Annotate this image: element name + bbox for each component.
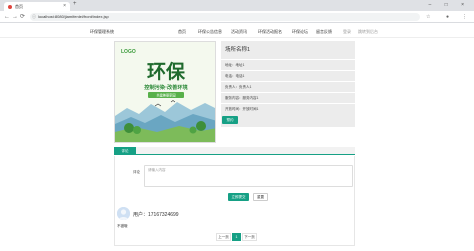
back-icon[interactable]: ← xyxy=(4,13,10,21)
new-tab-icon[interactable]: + xyxy=(73,1,77,7)
submit-comment-button[interactable]: 立即提交 xyxy=(228,193,249,201)
avatar xyxy=(117,207,130,220)
divider xyxy=(221,70,355,71)
reload-icon[interactable]: ⟳ xyxy=(20,13,25,21)
user-avatar-icon xyxy=(117,207,130,220)
nav-forum[interactable]: 环保论坛 xyxy=(292,29,308,35)
venue-poster-image: LOGO 环保 控制污染·改善环境 共建美丽家园 xyxy=(114,41,216,143)
comment-username: 用户：17167324699 xyxy=(133,212,179,218)
profile-icon[interactable]: ● xyxy=(446,13,449,21)
menu-icon[interactable]: ⋮ xyxy=(462,13,467,21)
field-address: 地址：地址1 xyxy=(225,63,245,67)
favicon-icon xyxy=(8,4,12,9)
field-open-time: 开放时间：开放时间1 xyxy=(225,107,259,111)
venue-title: 场所名称1 xyxy=(225,47,251,53)
comment-input[interactable] xyxy=(144,165,353,187)
nav-feedback[interactable]: 留言反馈 xyxy=(316,29,332,35)
poster-headline: 环保 xyxy=(147,60,186,83)
url-field[interactable]: ⓘ localhost:8080/jiamifenlei/front/index… xyxy=(30,13,420,21)
prev-page-button[interactable]: 上一页 xyxy=(216,233,231,241)
field-service: 服务内容：服务内容1 xyxy=(225,96,259,100)
comment-text: 不错哦 xyxy=(117,224,128,228)
site-brand[interactable]: 环保管理系统 xyxy=(90,29,114,35)
divider xyxy=(221,81,355,82)
reset-button[interactable]: 重置 xyxy=(253,193,268,201)
comment-label: 评论 xyxy=(133,170,140,174)
field-manager: 负责人：负责人1 xyxy=(225,85,252,89)
divider xyxy=(221,92,355,93)
address-bar: ← → ⟳ ⓘ localhost:8080/jiamifenlei/front… xyxy=(0,11,474,23)
tab-comments[interactable]: 评论 xyxy=(114,147,136,155)
poster-tagline: 共建美丽家园 xyxy=(156,93,175,98)
url-text: localhost:8080/jiamifenlei/front/index.j… xyxy=(38,14,109,19)
next-page-button[interactable]: 下一页 xyxy=(242,233,257,241)
tab-title: 首页 xyxy=(15,4,23,9)
environment-poster: LOGO 环保 控制污染·改善环境 共建美丽家园 xyxy=(115,42,215,142)
nav-notices[interactable]: 环保公告信息 xyxy=(198,29,222,35)
nav-login[interactable]: 登录 xyxy=(343,29,351,35)
page-number-current[interactable]: 1 xyxy=(232,233,241,241)
venue-info-panel: 场所名称1 地址：地址1 电话：电话1 负责人：负责人1 服务内容：服务内容1 … xyxy=(221,41,355,127)
comment-tab-strip xyxy=(114,147,355,155)
field-phone: 电话：电话1 xyxy=(225,74,245,78)
poster-logo: LOGO xyxy=(121,49,136,55)
tab-close-icon[interactable]: × xyxy=(63,2,66,11)
nav-admin[interactable]: 跳转到后台 xyxy=(358,29,378,35)
site-info-icon[interactable]: ⓘ xyxy=(32,13,36,21)
divider xyxy=(221,59,355,60)
nav-activity-news[interactable]: 活动资讯 xyxy=(231,29,247,35)
browser-tab-bar: 首页 × + – □ × xyxy=(0,0,474,11)
browser-tab[interactable]: 首页 × xyxy=(4,2,70,11)
window-controls[interactable]: – □ × xyxy=(429,0,471,10)
bookmark-star-icon[interactable]: ☆ xyxy=(426,13,430,21)
nav-activity-signup[interactable]: 环保活动报名 xyxy=(258,29,282,35)
poster-slogan: 控制污染·改善环境 xyxy=(144,83,188,91)
nav-home[interactable]: 首页 xyxy=(178,29,186,35)
site-header: 环保管理系统 首页 环保公告信息 活动资讯 环保活动报名 环保论坛 留言反馈 登… xyxy=(0,24,474,38)
divider xyxy=(221,103,355,104)
reserve-button[interactable]: 预约 xyxy=(222,116,238,124)
forward-icon[interactable]: → xyxy=(12,13,18,21)
